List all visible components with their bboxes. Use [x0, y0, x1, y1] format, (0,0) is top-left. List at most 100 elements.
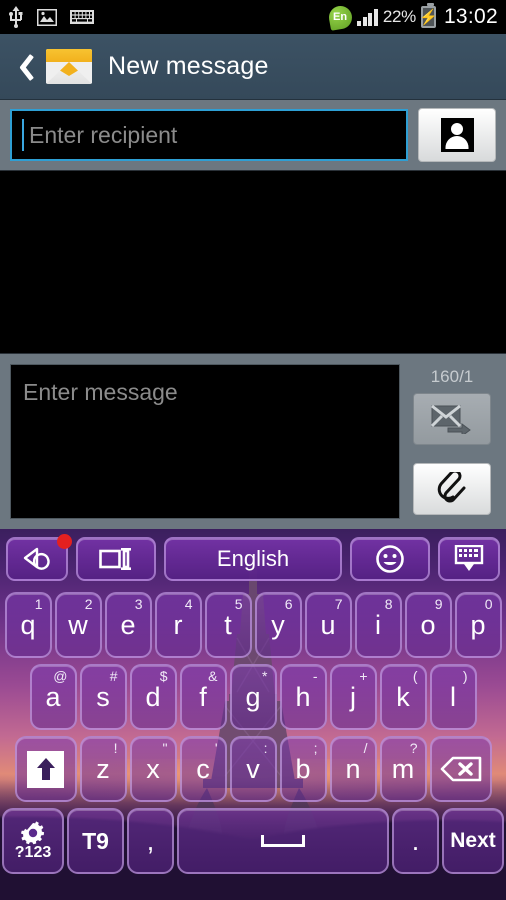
- hide-keyboard-icon: [454, 545, 484, 573]
- keyboard-row-1: 1q 2w 3e 4r 5t 6y 7u 8i 9o 0p: [0, 589, 506, 661]
- key-x[interactable]: " x: [129, 736, 177, 802]
- gear-icon: [20, 820, 46, 846]
- key-r-alt: 4: [184, 596, 193, 612]
- status-bar: En 22% ⚡ 13:02: [0, 0, 506, 34]
- key-a[interactable]: @ a: [29, 664, 77, 730]
- usb-icon: [8, 6, 24, 28]
- key-q[interactable]: 1q: [4, 592, 52, 658]
- key-p-label: p: [470, 609, 486, 640]
- key-k-alt: (: [412, 668, 418, 684]
- language-key[interactable]: English: [164, 537, 342, 581]
- key-u-label: u: [320, 609, 336, 640]
- key-k[interactable]: (k: [379, 664, 427, 730]
- theme-key[interactable]: [6, 534, 72, 581]
- compose-bar: Enter message 160/1: [0, 354, 506, 529]
- key-h-alt: -: [312, 668, 318, 684]
- message-placeholder: Enter message: [23, 379, 178, 405]
- key-f-alt: &: [208, 668, 218, 684]
- key-o-label: o: [420, 609, 436, 640]
- contacts-picker-button[interactable]: [418, 108, 496, 162]
- key-e-label: e: [120, 609, 136, 640]
- key-m[interactable]: ? m: [379, 736, 427, 802]
- key-v-alt: :: [263, 740, 268, 756]
- contact-person-icon: [440, 118, 474, 152]
- key-b-label: b: [295, 753, 311, 784]
- hide-keyboard-key[interactable]: [438, 537, 500, 581]
- key-j[interactable]: + j: [329, 664, 377, 730]
- key-t-alt: 5: [234, 596, 243, 612]
- key-i-label: i: [375, 609, 381, 640]
- key-n[interactable]: / n: [329, 736, 377, 802]
- key-h[interactable]: -h: [279, 664, 327, 730]
- send-button[interactable]: [413, 393, 491, 445]
- language-leaf-badge: En: [327, 3, 355, 31]
- key-t-label: t: [224, 609, 232, 640]
- key-s-alt: #: [109, 668, 118, 684]
- key-s[interactable]: # s: [79, 664, 127, 730]
- key-v[interactable]: :v: [229, 736, 277, 802]
- key-t[interactable]: 5t: [204, 592, 252, 658]
- conversation-list[interactable]: [0, 170, 506, 354]
- key-w-label: w: [68, 609, 88, 640]
- attach-button[interactable]: [413, 463, 491, 515]
- key-y-alt: 6: [284, 596, 293, 612]
- key-w[interactable]: 2w: [54, 592, 102, 658]
- phone-screen: En 22% ⚡ 13:02 New message Enter recipie…: [0, 0, 506, 900]
- key-e[interactable]: 3e: [104, 592, 152, 658]
- resize-icon: [99, 547, 133, 571]
- key-g-alt: *: [262, 668, 268, 684]
- backspace-key[interactable]: [429, 736, 492, 802]
- space-key[interactable]: [177, 808, 389, 874]
- notification-dot: [57, 534, 72, 549]
- compose-actions: 160/1: [408, 364, 496, 519]
- comma-key[interactable]: ,: [127, 808, 174, 874]
- recipient-placeholder: Enter recipient: [29, 121, 178, 148]
- emoji-key[interactable]: [350, 537, 430, 581]
- back-icon[interactable]: [10, 47, 40, 87]
- key-z[interactable]: ! z: [79, 736, 127, 802]
- key-d-alt: $: [159, 668, 168, 684]
- next-key[interactable]: Next: [442, 808, 504, 874]
- key-p[interactable]: 0p: [454, 592, 502, 658]
- key-u[interactable]: 7u: [304, 592, 352, 658]
- keyboard-toolbar: English: [0, 529, 506, 589]
- key-z-alt: !: [113, 740, 118, 756]
- key-m-label: m: [391, 753, 415, 784]
- key-v-label: v: [246, 753, 260, 784]
- key-l[interactable]: ) l: [429, 664, 477, 730]
- key-c[interactable]: ' c: [179, 736, 227, 802]
- keyboard-row-4: ?123 T9 , . Next: [0, 805, 506, 877]
- key-w-alt: 2: [84, 596, 93, 612]
- image-icon: [37, 8, 57, 26]
- key-a-alt: @: [53, 668, 68, 684]
- recipient-input[interactable]: Enter recipient: [10, 109, 408, 161]
- symbols-key[interactable]: ?123: [2, 808, 64, 874]
- key-g[interactable]: * g: [229, 664, 277, 730]
- key-y[interactable]: 6y: [254, 592, 302, 658]
- text-caret: [22, 119, 24, 151]
- key-r[interactable]: 4r: [154, 592, 202, 658]
- key-b-alt: ;: [313, 740, 318, 756]
- period-key[interactable]: .: [392, 808, 439, 874]
- key-l-alt: ): [462, 668, 468, 684]
- key-b[interactable]: ; b: [279, 736, 327, 802]
- key-q-label: q: [20, 609, 36, 640]
- key-e-alt: 3: [134, 596, 143, 612]
- shift-key[interactable]: [14, 736, 77, 802]
- key-c-alt: ': [214, 740, 218, 756]
- key-l-label: l: [450, 681, 456, 712]
- key-d[interactable]: $ d: [129, 664, 177, 730]
- pinwheel-theme-icon: [22, 545, 52, 573]
- status-bar-left-icons: [8, 6, 94, 28]
- key-r-label: r: [173, 609, 183, 640]
- key-o[interactable]: 9o: [404, 592, 452, 658]
- t9-key[interactable]: T9: [67, 808, 124, 874]
- page-title: New message: [108, 52, 269, 80]
- key-f[interactable]: & f: [179, 664, 227, 730]
- backspace-icon: [440, 756, 482, 782]
- resize-keyboard-key[interactable]: [76, 537, 156, 581]
- message-input[interactable]: Enter message: [10, 364, 400, 519]
- key-j-alt: +: [359, 668, 368, 684]
- key-x-label: x: [146, 753, 160, 784]
- key-i[interactable]: 8i: [354, 592, 402, 658]
